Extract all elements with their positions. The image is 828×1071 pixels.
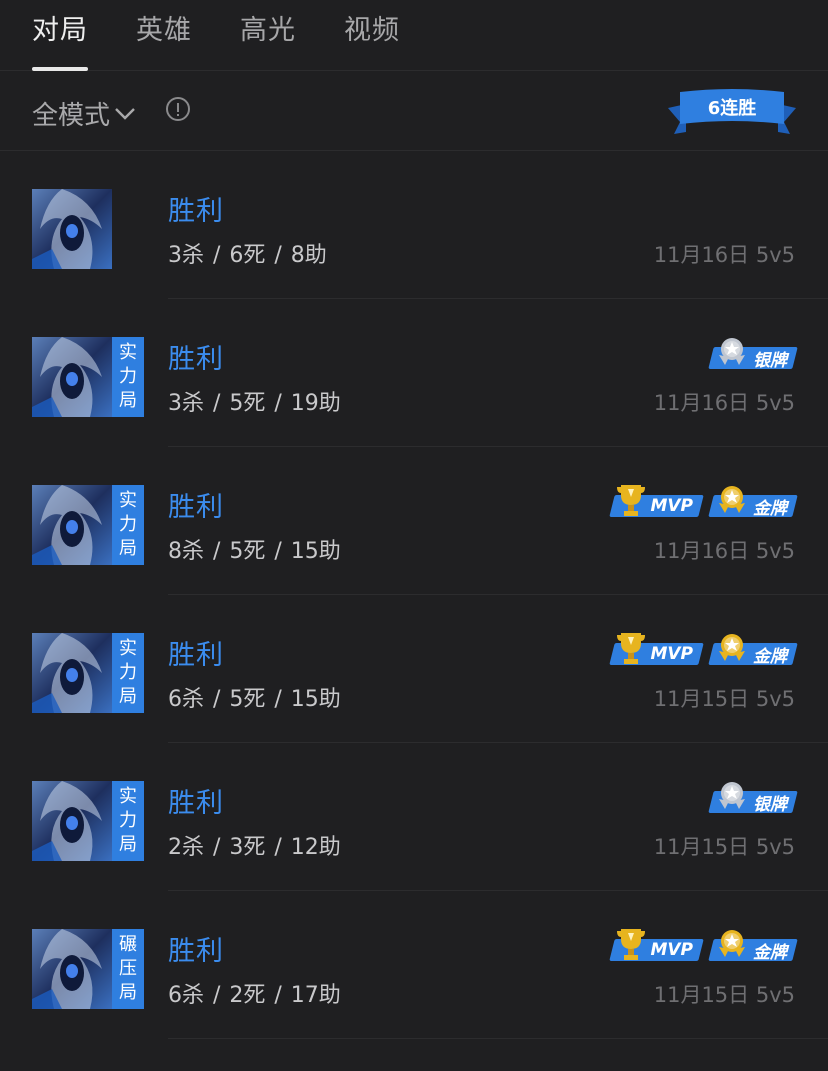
badge-group: MVP 金牌 [609, 927, 798, 963]
tab-highlights[interactable]: 高光 [240, 8, 296, 47]
match-date-mode: 11月16日 5v5 [653, 243, 795, 267]
trophy-icon [617, 485, 646, 516]
hero-avatar [32, 929, 112, 1009]
hero-portrait-image [32, 781, 112, 861]
match-result: 胜利 [168, 640, 224, 671]
gold-badge: 金牌 [708, 631, 798, 667]
badge-group: MVP 金牌 [609, 631, 798, 667]
hero-portrait-image [32, 337, 112, 417]
win-streak-banner: 6连胜 [666, 88, 798, 136]
match-date-mode: 11月15日 5v5 [653, 687, 795, 711]
kda-stats: 8杀 / 5死 / 15助 [168, 539, 341, 564]
badge-label: MVP [650, 496, 693, 516]
mode-dropdown[interactable]: 全模式 [32, 95, 136, 132]
row-divider [168, 1038, 828, 1039]
hero-portrait-image [32, 929, 112, 1009]
mode-tag: 实力局 [112, 337, 144, 417]
badge-label: 银牌 [753, 794, 787, 815]
hero-avatar [32, 781, 112, 861]
gold-badge: 金牌 [708, 927, 798, 963]
mode-tag: 实力局 [112, 781, 144, 861]
mode-tag: 实力局 [112, 633, 144, 713]
info-circle-icon[interactable] [166, 97, 190, 121]
gold-medal-icon [719, 486, 745, 513]
match-result: 胜利 [168, 196, 224, 227]
badge-group: 银牌 [708, 779, 798, 815]
kda-stats: 3杀 / 6死 / 8助 [168, 243, 327, 268]
tab-matches[interactable]: 对局 [32, 8, 88, 47]
silver-medal-icon [719, 338, 745, 365]
silver-badge: 银牌 [708, 779, 798, 815]
mode-tag: 碾压局 [112, 929, 144, 1009]
gold-medal-icon [719, 634, 745, 661]
hero-avatar [32, 337, 112, 417]
badge-group: 银牌 [708, 335, 798, 371]
match-row[interactable]: 碾压局 胜利 6杀 / 2死 / 17助 11月15日 5v5 MVP 金牌 [0, 891, 828, 1039]
mvp-badge: MVP [609, 927, 704, 961]
silver-badge: 银牌 [708, 335, 798, 371]
match-date-mode: 11月16日 5v5 [653, 539, 795, 563]
badge-label: 金牌 [753, 942, 787, 963]
tab-videos[interactable]: 视频 [344, 8, 400, 47]
badge-label: 金牌 [753, 646, 787, 667]
match-result: 胜利 [168, 788, 224, 819]
hero-portrait-image [32, 485, 112, 565]
badge-label: MVP [650, 940, 693, 960]
match-row[interactable]: 实力局 胜利 6杀 / 5死 / 15助 11月15日 5v5 MVP 金牌 [0, 595, 828, 743]
match-row[interactable]: 胜利 3杀 / 6死 / 8助 11月16日 5v5 [0, 151, 828, 299]
match-result: 胜利 [168, 936, 224, 967]
mvp-badge: MVP [609, 631, 704, 665]
chevron-down-icon [115, 107, 135, 120]
mode-dropdown-label: 全模式 [32, 101, 111, 131]
trophy-icon [617, 633, 646, 664]
match-row[interactable]: 实力局 胜利 8杀 / 5死 / 15助 11月16日 5v5 MVP 金牌 [0, 447, 828, 595]
kda-stats: 3杀 / 5死 / 19助 [168, 391, 341, 416]
badge-group: MVP 金牌 [609, 483, 798, 519]
gold-badge: 金牌 [708, 483, 798, 519]
hero-portrait-image [32, 189, 112, 269]
badge-label: 银牌 [753, 350, 787, 371]
win-streak-label: 6连胜 [707, 98, 757, 119]
badge-label: MVP [650, 644, 693, 664]
hero-avatar [32, 189, 112, 269]
match-date-mode: 11月15日 5v5 [653, 983, 795, 1007]
match-date-mode: 11月16日 5v5 [653, 391, 795, 415]
silver-medal-icon [719, 782, 745, 809]
mode-tag: 实力局 [112, 485, 144, 565]
match-date-mode: 11月15日 5v5 [653, 835, 795, 859]
match-result: 胜利 [168, 344, 224, 375]
kda-stats: 6杀 / 2死 / 17助 [168, 983, 341, 1008]
badge-label: 金牌 [753, 498, 787, 519]
trophy-icon [617, 929, 646, 960]
kda-stats: 2杀 / 3死 / 12助 [168, 835, 341, 860]
match-row[interactable]: 实力局 胜利 3杀 / 5死 / 19助 11月16日 5v5 银牌 [0, 299, 828, 447]
gold-medal-icon [719, 930, 745, 957]
hero-avatar [32, 485, 112, 565]
hero-portrait-image [32, 633, 112, 713]
match-result: 胜利 [168, 492, 224, 523]
filter-bar: 全模式 6连胜 [0, 71, 828, 151]
tab-heroes[interactable]: 英雄 [136, 8, 192, 47]
match-row[interactable]: 实力局 胜利 2杀 / 3死 / 12助 11月15日 5v5 银牌 [0, 743, 828, 891]
tab-bar: 对局 英雄 高光 视频 [0, 0, 828, 71]
hero-avatar [32, 633, 112, 713]
kda-stats: 6杀 / 5死 / 15助 [168, 687, 341, 712]
mvp-badge: MVP [609, 483, 704, 517]
